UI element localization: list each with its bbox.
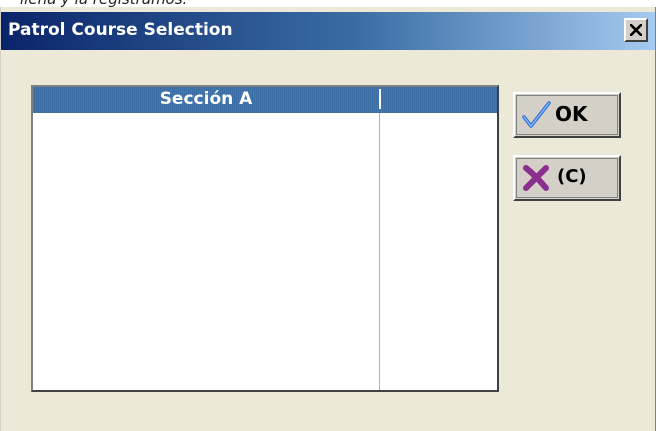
column-header-2[interactable] xyxy=(381,87,497,113)
course-listbox[interactable]: Sección A xyxy=(31,85,499,392)
column-divider xyxy=(379,113,380,390)
patrol-course-dialog: Patrol Course Selection Sección A OK (C) xyxy=(0,7,656,431)
ok-button-label: OK xyxy=(555,102,588,126)
ok-button[interactable]: OK xyxy=(513,92,621,138)
column-header-seccion-a[interactable]: Sección A xyxy=(33,87,379,113)
x-cross-icon xyxy=(523,165,549,191)
close-x-icon xyxy=(630,24,642,36)
title-bar[interactable]: Patrol Course Selection xyxy=(1,12,655,50)
checkmark-icon xyxy=(522,101,551,128)
cancel-button[interactable]: (C) xyxy=(513,155,621,201)
cancel-button-label: (C) xyxy=(557,166,587,187)
list-header: Sección A xyxy=(33,87,497,113)
close-button[interactable] xyxy=(624,18,648,42)
window-title: Patrol Course Selection xyxy=(8,20,233,40)
page: llena y la registramos. Patrol Course Se… xyxy=(0,0,658,431)
